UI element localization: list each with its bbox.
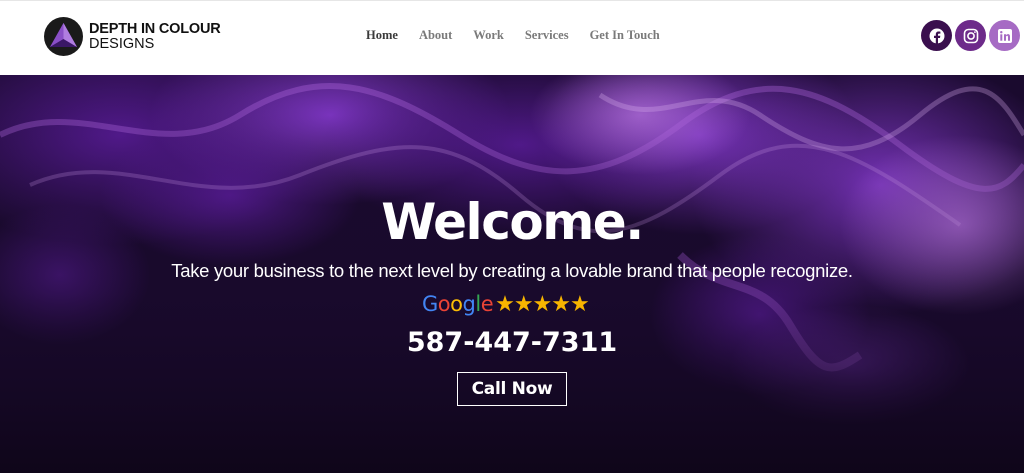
social-links xyxy=(918,20,1020,51)
nav-work[interactable]: Work xyxy=(473,28,504,43)
call-now-button[interactable]: Call Now xyxy=(457,372,567,406)
brand-name: DEPTH IN COLOUR xyxy=(89,20,221,37)
nav-get-in-touch[interactable]: Get In Touch xyxy=(590,28,660,43)
hero-section: Welcome. Take your business to the next … xyxy=(0,75,1024,473)
main-nav: Home About Work Services Get In Touch xyxy=(366,28,681,43)
hero-tagline: Take your business to the next level by … xyxy=(171,260,853,281)
nav-home[interactable]: Home xyxy=(366,28,398,43)
google-logo: Google xyxy=(422,292,494,316)
brand-logo[interactable]: DEPTH IN COLOUR DESIGNS xyxy=(44,17,221,56)
site-header: DEPTH IN COLOUR DESIGNS Home About Work … xyxy=(0,0,1024,75)
phone-number[interactable]: 587-447-7311 xyxy=(0,327,1024,358)
triangle-prism-logo-icon xyxy=(44,17,83,56)
instagram-icon[interactable] xyxy=(955,20,986,51)
brand-subtitle: DESIGNS xyxy=(89,35,155,52)
google-rating: Google ★★★★★ xyxy=(422,291,590,317)
hero-title: Welcome. xyxy=(381,193,644,251)
nav-about[interactable]: About xyxy=(419,28,452,43)
facebook-icon[interactable] xyxy=(921,20,952,51)
star-rating-icon: ★★★★★ xyxy=(495,291,590,316)
nav-services[interactable]: Services xyxy=(525,28,569,43)
linkedin-icon[interactable] xyxy=(989,20,1020,51)
